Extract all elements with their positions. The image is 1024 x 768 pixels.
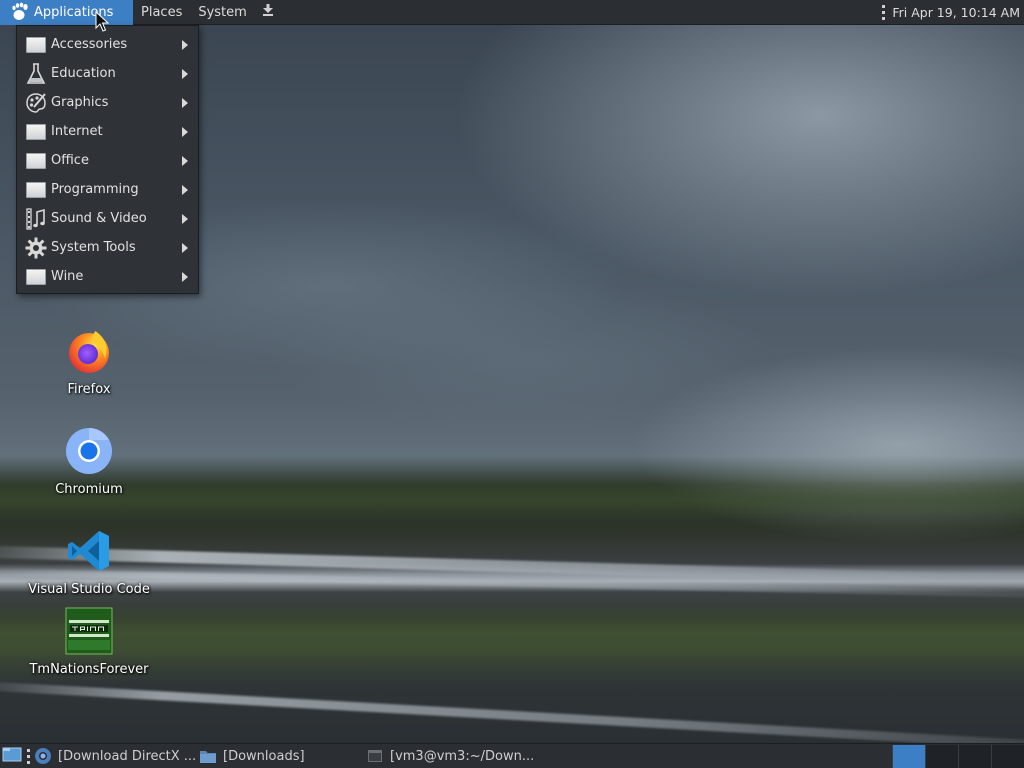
clock[interactable]: Fri Apr 19, 10:14 AM (892, 5, 1020, 20)
workspace-2[interactable] (925, 745, 958, 768)
top-panel: Applications Places System Fri Apr 19, 1… (0, 0, 1024, 25)
workspace-1[interactable] (892, 745, 925, 768)
folder-icon (199, 747, 217, 765)
menu-item-office[interactable]: Office (17, 146, 198, 175)
wallpaper-streak (0, 680, 1024, 743)
office-icon (25, 150, 47, 172)
desktop-icon-label: Chromium (55, 482, 123, 497)
menu-item-label: System Tools (51, 240, 136, 255)
submenu-arrow-icon (182, 156, 188, 166)
mouse-cursor-icon (95, 10, 110, 33)
wallpaper-field (0, 480, 1024, 520)
show-desktop-icon (2, 745, 22, 767)
system-menu-label: System (198, 4, 247, 20)
menu-item-wine[interactable]: Wine (17, 262, 198, 291)
workspace-4[interactable] (991, 745, 1024, 768)
programming-icon (25, 179, 47, 201)
film-icon (25, 207, 47, 230)
applications-menu: Accessories Education Graphics Internet (16, 25, 199, 294)
desktop-icon-firefox[interactable]: Firefox (29, 326, 149, 397)
menu-item-internet[interactable]: Internet (17, 117, 198, 146)
workspace-3[interactable] (958, 745, 991, 768)
gear-icon (25, 237, 47, 259)
panel-drag-handle[interactable] (27, 748, 31, 764)
wallpaper-field-lower (0, 605, 1024, 660)
submenu-arrow-icon (182, 40, 188, 50)
taskbar-task-downloads[interactable]: [Downloads] (199, 744, 362, 768)
menu-item-label: Graphics (51, 95, 109, 110)
submenu-arrow-icon (182, 243, 188, 253)
menu-item-label: Accessories (51, 37, 128, 52)
menu-item-label: Wine (51, 269, 84, 284)
taskbar-task-browser[interactable]: [Download DirectX ... (34, 744, 199, 768)
submenu-arrow-icon (182, 214, 188, 224)
desktop-icon-tmnations[interactable]: TmNationsForever (29, 606, 149, 677)
taskbar-task-label: [vm3@vm3:~/Down... (390, 748, 535, 764)
taskbar-task-label: [Downloads] (223, 748, 305, 764)
desktop-icon-label: TmNationsForever (29, 662, 149, 677)
wine-icon (25, 266, 47, 288)
taskbar-task-terminal[interactable]: [vm3@vm3:~/Down... (366, 744, 546, 768)
accessories-icon (25, 34, 47, 56)
submenu-arrow-icon (182, 69, 188, 79)
taskbar-task-label: [Download DirectX ... (58, 748, 197, 764)
vscode-icon (64, 526, 114, 576)
palette-icon (25, 92, 47, 114)
bottom-panel: [Download DirectX ... [Downloads] [vm3@v… (0, 743, 1024, 768)
desktop-icon-label: Firefox (67, 382, 111, 397)
submenu-arrow-icon (182, 272, 188, 282)
show-desktop-button[interactable] (0, 744, 23, 768)
terminal-icon (366, 747, 384, 765)
places-menu-button[interactable]: Places (133, 0, 190, 25)
menu-item-label: Education (51, 66, 116, 81)
workspace-switcher (892, 745, 1024, 768)
submenu-arrow-icon (182, 98, 188, 108)
desktop-icon-vscode[interactable]: Visual Studio Code (28, 526, 150, 597)
gnome-foot-icon (10, 2, 30, 22)
menu-item-label: Internet (51, 124, 103, 139)
panel-drag-handle[interactable] (882, 4, 886, 20)
submenu-arrow-icon (182, 185, 188, 195)
clock-area: Fri Apr 19, 10:14 AM (882, 0, 1024, 25)
menu-item-accessories[interactable]: Accessories (17, 30, 198, 59)
submenu-arrow-icon (182, 127, 188, 137)
menu-item-sound-video[interactable]: Sound & Video (17, 204, 198, 233)
download-arrow-icon (261, 3, 275, 21)
menu-item-education[interactable]: Education (17, 59, 198, 88)
panel-applet[interactable] (255, 0, 281, 25)
browser-icon (34, 747, 52, 765)
system-menu-button[interactable]: System (190, 0, 254, 25)
places-menu-label: Places (141, 4, 183, 20)
menu-item-label: Office (51, 153, 89, 168)
internet-icon (25, 121, 47, 143)
applications-menu-button[interactable]: Applications (0, 0, 133, 25)
menu-item-label: Sound & Video (51, 211, 147, 226)
menu-item-graphics[interactable]: Graphics (17, 88, 198, 117)
flask-icon (25, 62, 47, 85)
firefox-icon (64, 326, 114, 376)
desktop-icon-chromium[interactable]: Chromium (29, 426, 149, 497)
menu-item-programming[interactable]: Programming (17, 175, 198, 204)
desktop-icon-label: Visual Studio Code (28, 582, 150, 597)
tmnations-icon (64, 606, 114, 656)
menu-item-label: Programming (51, 182, 139, 197)
chromium-icon (64, 426, 114, 476)
menu-item-system-tools[interactable]: System Tools (17, 233, 198, 262)
